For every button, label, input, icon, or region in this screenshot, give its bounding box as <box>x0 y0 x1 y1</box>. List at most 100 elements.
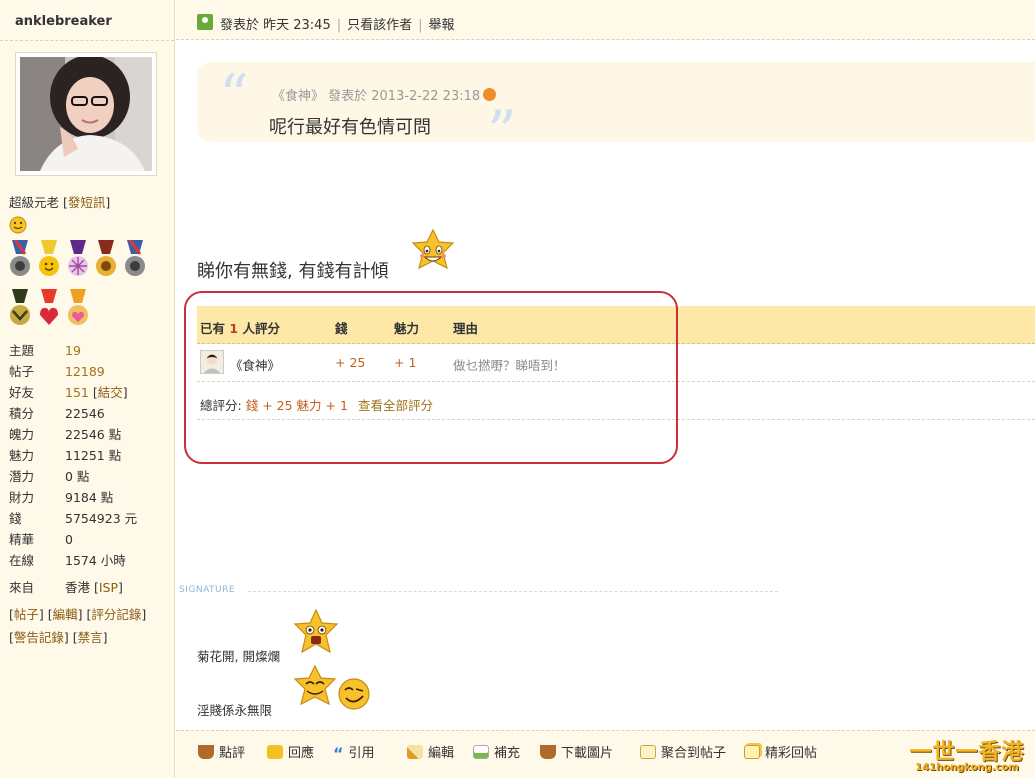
coffee-cup-icon <box>540 745 556 759</box>
warning-history-link[interactable]: 警告記錄 <box>14 630 64 645</box>
rating-col-money: 錢 <box>335 321 348 336</box>
stat-row: 在線 1574 小時 <box>9 550 137 571</box>
stat-value: 11251 點 <box>65 448 122 463</box>
site-logo: 一世一香港 141hongkong.com <box>904 734 1030 774</box>
medal-icon[interactable] <box>38 289 60 329</box>
speech-bubble-icon <box>267 745 283 759</box>
report-link[interactable]: 舉報 <box>429 18 455 33</box>
stat-row: 財力 9184 點 <box>9 487 137 508</box>
medal-icon[interactable] <box>124 240 146 280</box>
location-row: 來自 香港 [ISP] <box>9 577 137 598</box>
quote-text: 呢行最好有色情可問 <box>269 117 431 138</box>
user-sidebar: anklebreaker 超級元老 [發短訊] 主題 19 帖子 12189 好… <box>0 0 175 778</box>
site-logo-sub: 141hongkong.com <box>915 762 1019 773</box>
online-status-icon <box>197 14 213 30</box>
stat-row: 精華 0 <box>9 529 137 550</box>
open-quote-icon: “ <box>219 62 249 130</box>
total-charm-label: 魅力 <box>296 398 322 413</box>
rating-count: 已有 1 人評分 <box>200 321 280 336</box>
stat-value: 22546 點 <box>65 427 122 442</box>
add-document-icon <box>473 745 489 759</box>
signature-line-1: 菊花開, 開燦爛 <box>197 649 280 664</box>
send-pm-link[interactable]: 發短訊 <box>68 195 106 210</box>
stat-label: 帖子 <box>9 364 35 379</box>
view-all-ratings-link[interactable]: 查看全部評分 <box>358 398 433 413</box>
stat-label: 錢 <box>9 511 22 526</box>
merge-to-thread-button[interactable]: 聚合到帖子 <box>640 742 726 761</box>
rater-charm: + 1 <box>394 355 417 370</box>
rater-avatar[interactable] <box>200 350 224 374</box>
stat-label: 積分 <box>9 406 35 421</box>
rater-name[interactable]: 《食神》 <box>230 355 280 374</box>
stat-value: 22546 <box>65 406 105 421</box>
stat-value[interactable]: 19 <box>65 343 81 358</box>
stat-value[interactable]: 12189 <box>65 364 105 379</box>
rating-col-charm: 魅力 <box>394 321 420 336</box>
stat-value[interactable]: 151 <box>65 385 89 400</box>
medal-icon[interactable] <box>67 289 89 329</box>
add-friend-link[interactable]: 結交 <box>98 385 123 400</box>
rank-label: 超級元老 <box>9 195 60 210</box>
stat-label: 在線 <box>9 553 35 568</box>
rater-reason: 做乜撚嘢？睇唔到！ <box>453 358 566 373</box>
comment-button[interactable]: 點評 <box>198 742 245 761</box>
document-icon <box>640 745 656 759</box>
highlight-reply-button[interactable]: 精彩回帖 <box>744 742 817 761</box>
user-links-row-1: [帖子] [編輯] [評分記錄] <box>9 607 147 622</box>
medal-icon[interactable] <box>38 240 60 280</box>
stat-label: 財力 <box>9 490 35 505</box>
stat-label: 來自 <box>9 580 35 595</box>
location-value: 香港 <box>65 580 91 595</box>
edit-button[interactable]: 編輯 <box>407 742 454 761</box>
stat-label: 精華 <box>9 532 35 547</box>
post-header: 發表於 昨天 23:45 | 只看該作者 | 舉報 <box>176 0 1035 40</box>
grinning-emoji-icon <box>411 228 455 270</box>
stat-row: 帖子 12189 <box>9 361 137 382</box>
ban-link[interactable]: 禁言 <box>78 630 103 645</box>
shocked-emoji-icon <box>293 608 339 654</box>
stat-row: 錢 5754923 元 <box>9 508 137 529</box>
stat-label: 主題 <box>9 343 35 358</box>
divider <box>0 40 174 41</box>
signature-label: SIGNATURE <box>179 585 236 595</box>
post-meta: 發表於 昨天 23:45 | 只看該作者 | 舉報 <box>220 18 455 33</box>
stat-row: 潛力 0 點 <box>9 466 137 487</box>
post-time: 發表於 昨天 23:45 <box>220 18 331 33</box>
rating-col-reason: 理由 <box>453 321 479 336</box>
stat-label: 魄力 <box>9 427 35 442</box>
avatar[interactable] <box>15 52 157 176</box>
user-links-row-2: [警告記錄] [禁言] <box>9 630 108 645</box>
quote-button[interactable]: “引用 <box>333 742 375 762</box>
author-only-link[interactable]: 只看該作者 <box>347 18 412 33</box>
post-body-text: 睇你有無錢, 有錢有計傾 <box>197 261 389 282</box>
supplement-button[interactable]: 補充 <box>473 742 520 761</box>
user-stats: 主題 19 帖子 12189 好友 151 [結交] 積分 22546 魄力 22546 點魅力 1… <box>9 340 137 598</box>
stat-label: 好友 <box>9 385 35 400</box>
medal-icon[interactable] <box>67 240 89 280</box>
stat-value: 9184 點 <box>65 490 114 505</box>
username[interactable]: anklebreaker <box>15 14 112 29</box>
stat-label: 魅力 <box>9 448 35 463</box>
stat-row: 好友 151 [結交] <box>9 382 137 403</box>
edit-user-link[interactable]: 編輯 <box>53 607 78 622</box>
medal-icon[interactable] <box>9 289 31 329</box>
user-threads-link[interactable]: 帖子 <box>14 607 39 622</box>
download-images-button[interactable]: 下載圖片 <box>540 742 613 761</box>
isp-link[interactable]: ISP <box>99 580 118 595</box>
reply-button[interactable]: 回應 <box>267 742 314 761</box>
pencil-icon <box>407 745 423 759</box>
medal-icon[interactable] <box>9 240 31 280</box>
signature-line-2: 淫賤係永無限 <box>197 703 273 718</box>
winking-emoji-icon <box>338 678 370 710</box>
stat-value: 5754923 元 <box>65 511 138 526</box>
rater-money: + 25 <box>335 355 366 370</box>
close-quote-icon: ” <box>487 98 517 166</box>
medal-icon[interactable] <box>95 240 117 280</box>
medal-list <box>9 240 169 338</box>
stat-value: 0 <box>65 532 73 547</box>
stacked-documents-icon <box>744 745 760 759</box>
total-money: + 25 <box>262 398 293 413</box>
stat-row: 魄力 22546 點 <box>9 424 137 445</box>
total-charm: + 1 <box>325 398 348 413</box>
rating-history-link[interactable]: 評分記錄 <box>91 607 141 622</box>
